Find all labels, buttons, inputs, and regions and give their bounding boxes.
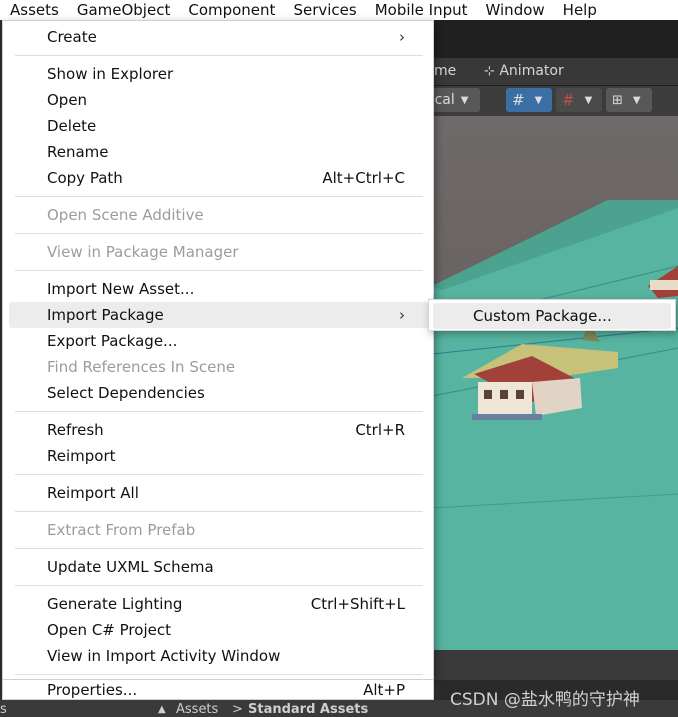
- menu-item-export-package[interactable]: Export Package...: [9, 328, 429, 354]
- breadcrumb-separator: >: [232, 702, 243, 717]
- menu-separator: [15, 233, 423, 234]
- breadcrumb-standard-assets[interactable]: Standard Assets: [248, 702, 368, 717]
- menu-item-update-uxml-schema[interactable]: Update UXML Schema: [9, 554, 429, 580]
- menu-services[interactable]: Services: [284, 0, 365, 20]
- menu-item-show-in-explorer[interactable]: Show in Explorer: [9, 61, 429, 87]
- scene-bottom-frame: [420, 650, 678, 680]
- menu-separator: [15, 674, 423, 675]
- menu-item-view-in-package-manager: View in Package Manager: [47, 243, 239, 261]
- menu-item-properties[interactable]: Properties... Alt+P: [9, 677, 429, 703]
- snap-icon: #: [562, 91, 575, 109]
- menu-item-select-dependencies[interactable]: Select Dependencies: [9, 380, 429, 406]
- menu-item-view-in-import-activity[interactable]: View in Import Activity Window: [9, 643, 429, 669]
- assets-dropdown-menu-tail: Properties... Alt+P: [2, 680, 434, 700]
- import-package-submenu: Custom Package...: [428, 299, 676, 331]
- menu-separator: [15, 548, 423, 549]
- menu-help[interactable]: Help: [554, 0, 606, 20]
- menu-item-delete[interactable]: Delete: [9, 113, 429, 139]
- chevron-down-icon: ▼: [632, 94, 641, 106]
- menu-item-rename[interactable]: Rename: [9, 139, 429, 165]
- snap-increment-button[interactable]: # ▼: [556, 88, 602, 112]
- shortcut-label: Ctrl+Shift+L: [310, 595, 405, 613]
- panel-label-fragment: s: [0, 702, 7, 717]
- menu-separator: [15, 511, 423, 512]
- menu-item-import-new-asset[interactable]: Import New Asset...: [9, 276, 429, 302]
- scene-viewport[interactable]: [432, 116, 678, 650]
- grid-toggle-button[interactable]: ⊞ ▼: [606, 88, 652, 112]
- menu-item-generate-lighting[interactable]: Generate Lighting Ctrl+Shift+L: [9, 591, 429, 617]
- menu-separator: [15, 270, 423, 271]
- menu-separator: [15, 585, 423, 586]
- tab-scene-fragment[interactable]: me: [434, 63, 456, 79]
- main-menubar: Assets GameObject Component Services Mob…: [0, 0, 678, 20]
- menu-item-import-package[interactable]: Import Package ›: [9, 302, 429, 328]
- menu-item-create[interactable]: Create ›: [9, 24, 429, 50]
- editor-tabstrip: [420, 20, 678, 58]
- grid-snap-icon: #: [512, 91, 525, 109]
- watermark: CSDN @盐水鸭的守护神: [450, 690, 640, 710]
- chevron-right-icon: ›: [399, 306, 405, 324]
- shortcut-label: Ctrl+R: [355, 421, 405, 439]
- menu-mobile-input[interactable]: Mobile Input: [366, 0, 477, 20]
- menu-item-open[interactable]: Open: [9, 87, 429, 113]
- menu-item-refresh[interactable]: Refresh Ctrl+R: [9, 417, 429, 443]
- menu-separator: [15, 196, 423, 197]
- menu-item-extract-from-prefab: Extract From Prefab: [47, 521, 196, 539]
- menu-component[interactable]: Component: [179, 0, 284, 20]
- shortcut-label: Alt+P: [363, 681, 405, 699]
- menu-item-open-csharp-project[interactable]: Open C# Project: [9, 617, 429, 643]
- menu-item-find-references: Find References In Scene: [47, 358, 236, 376]
- chevron-down-icon: ▼: [584, 94, 593, 106]
- menu-item-copy-path[interactable]: Copy Path Alt+Ctrl+C: [9, 165, 429, 191]
- shortcut-label: Alt+Ctrl+C: [322, 169, 405, 187]
- menu-item-reimport-all[interactable]: Reimport All: [9, 480, 429, 506]
- menu-item-reimport[interactable]: Reimport: [9, 443, 429, 469]
- grid-icon: ⊞: [612, 92, 623, 108]
- collapse-icon[interactable]: ▲: [158, 704, 166, 715]
- chevron-down-icon: ▼: [534, 94, 543, 106]
- menu-assets[interactable]: Assets: [0, 0, 68, 20]
- animator-icon: ⊹: [484, 64, 495, 79]
- menu-separator: [15, 55, 423, 56]
- assets-dropdown-menu: Create › Show in Explorer Open Delete Re…: [2, 20, 434, 680]
- grid-snap-button[interactable]: # ▼: [506, 88, 552, 112]
- menu-item-open-scene-additive: Open Scene Additive: [47, 206, 204, 224]
- menu-gameobject[interactable]: GameObject: [68, 0, 180, 20]
- chevron-right-icon: ›: [399, 28, 405, 46]
- chevron-down-icon: ▼: [460, 94, 469, 106]
- menu-separator: [15, 474, 423, 475]
- breadcrumb-assets[interactable]: Assets: [176, 702, 218, 717]
- submenu-item-custom-package[interactable]: Custom Package...: [433, 303, 671, 329]
- menu-window[interactable]: Window: [477, 0, 554, 20]
- menu-separator: [15, 411, 423, 412]
- tab-animator[interactable]: ⊹ Animator: [484, 63, 564, 79]
